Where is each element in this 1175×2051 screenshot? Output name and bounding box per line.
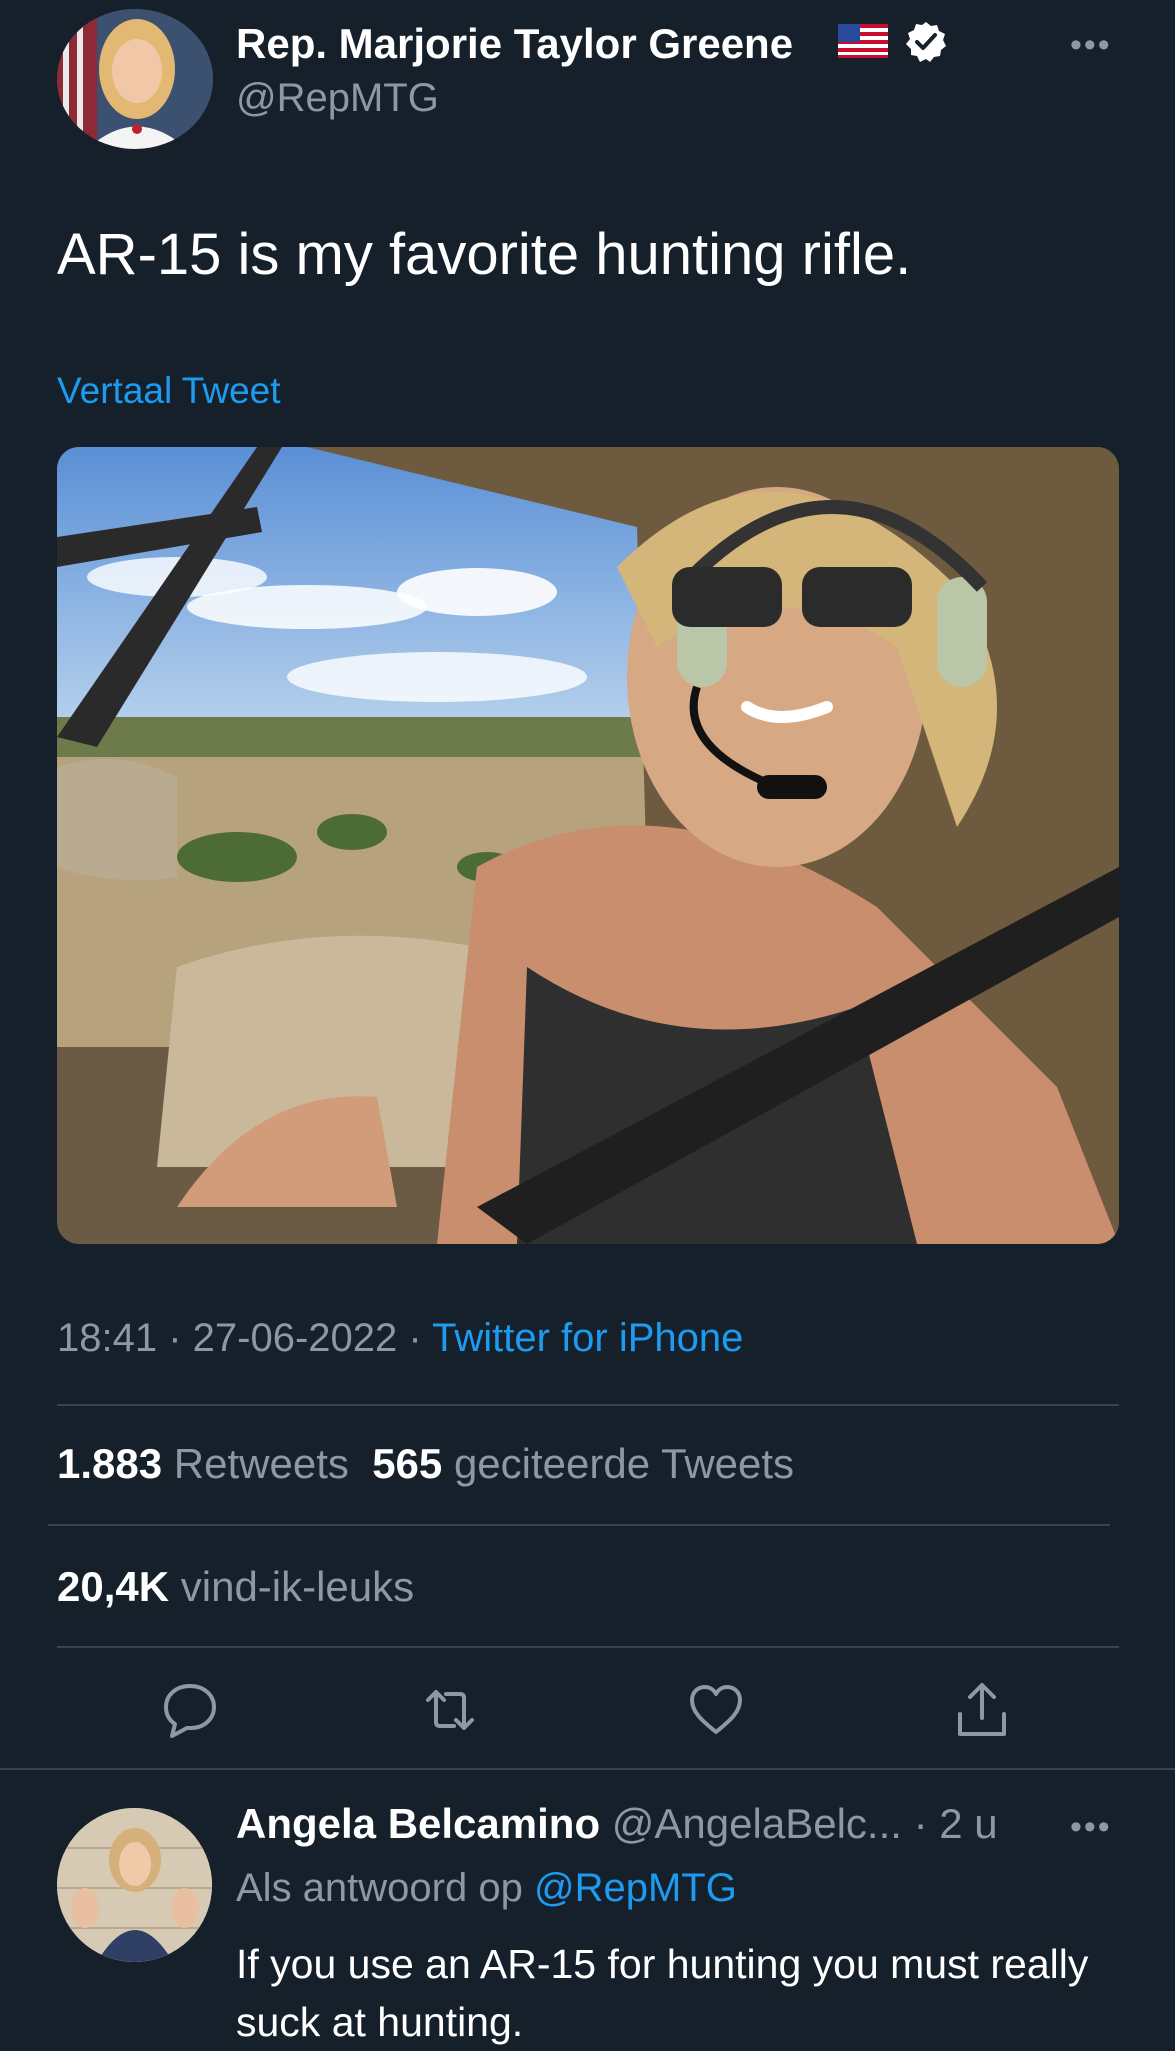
tweet-meta: 18:41 · 27-06-2022 · Twitter for iPhone: [57, 1316, 743, 1361]
share-icon[interactable]: [952, 1680, 1012, 1740]
retweet-icon[interactable]: [420, 1680, 480, 1740]
author-avatar[interactable]: [57, 9, 213, 149]
retweets-count: 1.883: [57, 1440, 163, 1487]
replying-to-handle[interactable]: @RepMTG: [534, 1866, 737, 1910]
like-icon[interactable]: [686, 1680, 746, 1740]
tweet-text: AR-15 is my favorite hunting rifle.: [57, 222, 912, 287]
more-options-icon[interactable]: •••: [1070, 26, 1112, 65]
author-handle[interactable]: @RepMTG: [236, 76, 439, 121]
translate-tweet-link[interactable]: Vertaal Tweet: [57, 370, 281, 412]
quotes-label: geciteerde Tweets: [453, 1440, 795, 1487]
replying-to: Als antwoord op @RepMTG: [236, 1866, 737, 1911]
divider: [48, 1524, 1110, 1526]
tweet-time: 18:41: [57, 1316, 158, 1360]
meta-separator: ·: [408, 1316, 433, 1360]
tweet-photo[interactable]: [57, 447, 1119, 1244]
likes-stats[interactable]: 20,4K vind-ik-leuks: [57, 1563, 414, 1611]
author-name[interactable]: Rep. Marjorie Taylor Greene: [236, 20, 793, 68]
retweets-label: Retweets: [173, 1440, 349, 1487]
replying-to-prefix: Als antwoord op: [236, 1866, 523, 1910]
likes-count: 20,4K: [57, 1563, 170, 1610]
reply-icon[interactable]: [160, 1680, 220, 1740]
tweet-date: 27-06-2022: [192, 1316, 398, 1360]
quotes-count: 565: [372, 1440, 443, 1487]
retweet-stats[interactable]: 1.883 Retweets 565 geciteerde Tweets: [57, 1440, 794, 1488]
reply-more-options-icon[interactable]: •••: [1070, 1808, 1112, 1847]
verified-badge-icon: [906, 22, 946, 62]
divider: [57, 1404, 1119, 1406]
divider: [57, 1646, 1119, 1648]
tweet-source-link[interactable]: Twitter for iPhone: [432, 1316, 743, 1360]
reply-text: If you use an AR-15 for hunting you must…: [236, 1941, 1089, 2045]
likes-label: vind-ik-leuks: [180, 1563, 415, 1610]
meta-separator: ·: [168, 1316, 193, 1360]
divider: [0, 1768, 1175, 1770]
reply-author-avatar[interactable]: [57, 1808, 212, 1962]
us-flag-icon: [838, 24, 888, 58]
reply-handle-time[interactable]: @AngelaBelc... · 2 u: [612, 1800, 998, 1847]
reply-author-name[interactable]: Angela Belcamino: [236, 1800, 600, 1847]
reply-header: Angela Belcamino @AngelaBelc... · 2 u: [236, 1800, 998, 1848]
